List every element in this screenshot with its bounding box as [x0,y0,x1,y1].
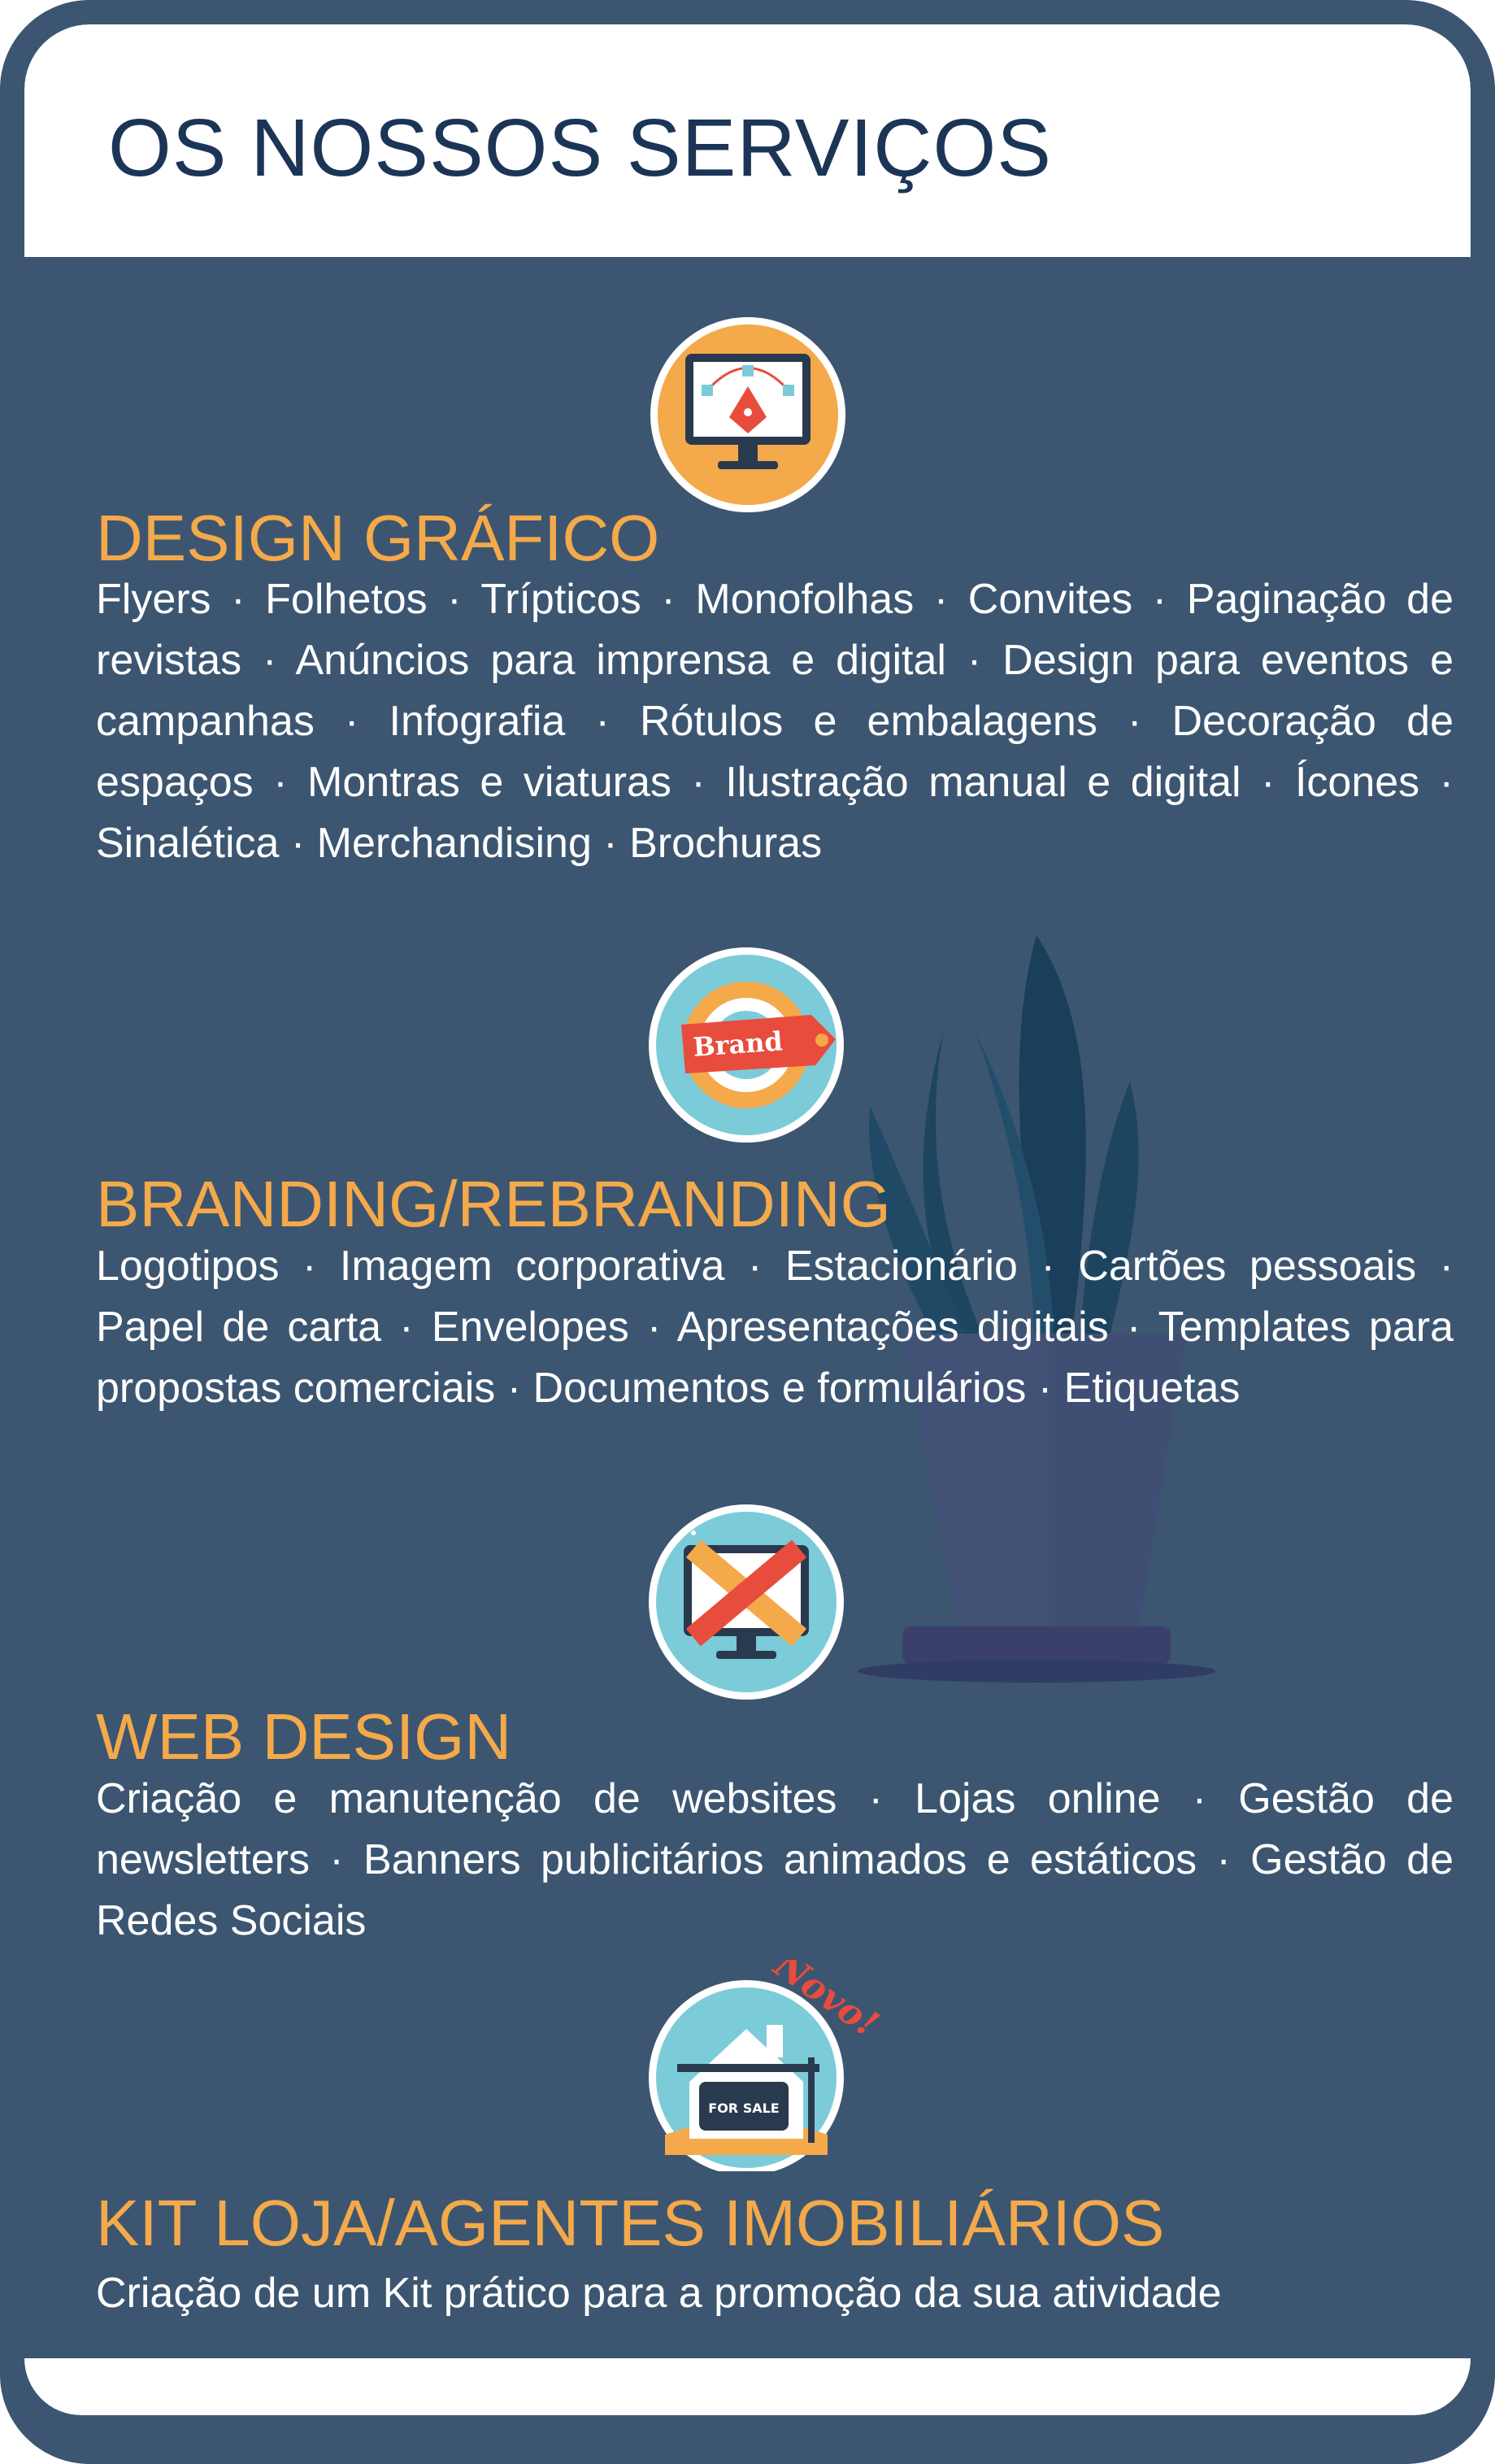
pen-tool-monitor-icon [650,317,845,512]
for-sale-label: FOR SALE [708,2100,779,2116]
section-title-design-grafico: DESIGN GRÁFICO [96,502,660,574]
section-text-branding: Logotipos · Imagem corporativa · Estacio… [96,1243,1454,1412]
section-title-kit-loja: KIT LOJA/AGENTES IMOBILIÁRIOS [96,2187,1165,2259]
section-text-kit-loja: Criação de um Kit prático para a promoçã… [96,2270,1222,2317]
brand-tag-icon: Brand [649,947,844,1143]
page-title: OS NOSSOS SERVIÇOS [108,102,1052,194]
section-title-branding: BRANDING/REBRANDING [96,1168,891,1240]
section-title-web-design: WEB DESIGN [96,1700,512,1773]
section-text-design-grafico: Flyers · Folhetos · Trípticos · Monofolh… [96,576,1454,867]
section-text-web-design: Criação e manutenção de websites · Lojas… [96,1775,1454,1944]
brand-label: Brand [692,1025,784,1063]
services-card: OS NOSSOS SERVIÇOS DESIGN GRÁFICO Flyers… [0,0,1495,2464]
footer-strip [24,2358,1471,2415]
header-strip: OS NOSSOS SERVIÇOS [24,24,1471,257]
house-for-sale-icon: FOR SALE Novo! [649,1960,886,2171]
pencil-ruler-monitor-icon [649,1504,844,1700]
